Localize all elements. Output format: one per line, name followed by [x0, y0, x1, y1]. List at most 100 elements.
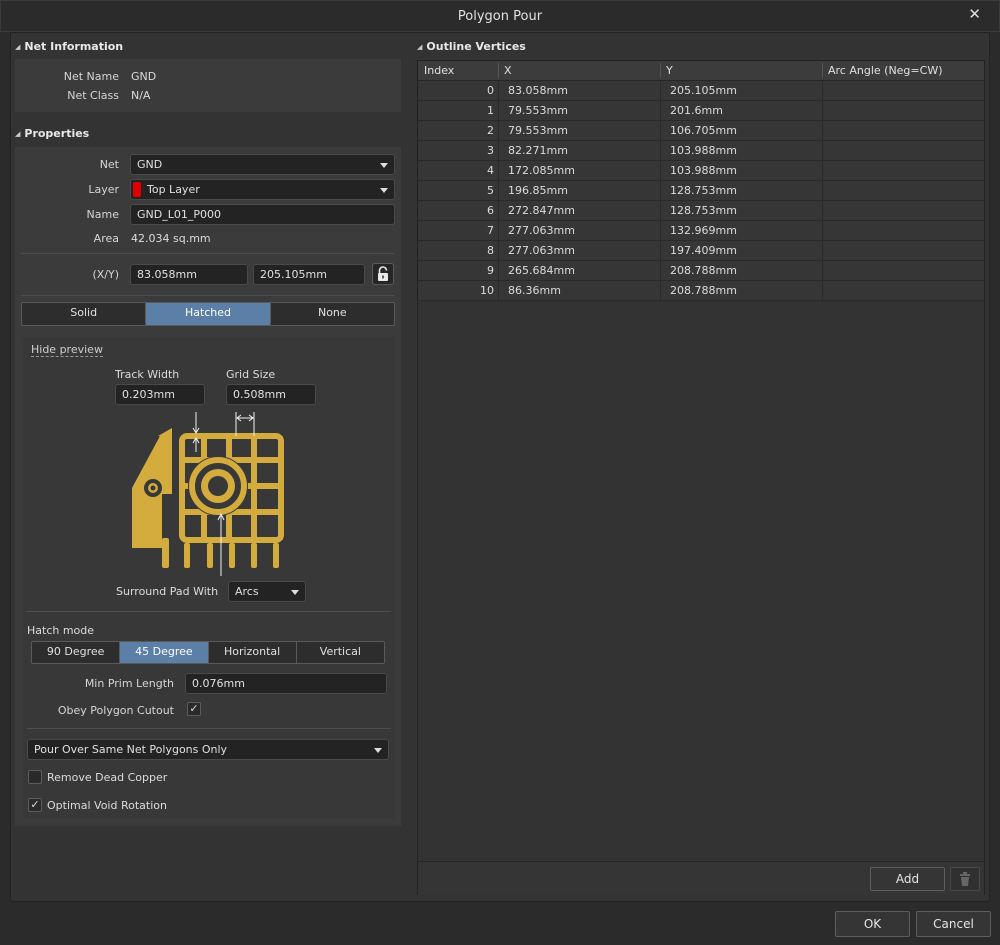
- surround-pad-dropdown[interactable]: Arcs: [228, 581, 306, 602]
- cell-y[interactable]: 132.969mm: [670, 224, 820, 237]
- cell-x[interactable]: 86.36mm: [508, 284, 658, 297]
- lock-button[interactable]: [372, 263, 394, 285]
- table-row[interactable]: 9 265.684mm 208.788mm: [418, 261, 984, 281]
- pour-over-dropdown[interactable]: Pour Over Same Net Polygons Only: [27, 739, 389, 760]
- outline-vertices-header[interactable]: ◢ Outline Vertices: [417, 40, 526, 53]
- table-row[interactable]: 2 79.553mm 106.705mm: [418, 121, 984, 141]
- hatch-mode-vertical[interactable]: Vertical: [296, 642, 384, 663]
- cell-y[interactable]: 205.105mm: [670, 84, 820, 97]
- checkmark-icon: ✓: [30, 798, 40, 811]
- cell-index[interactable]: 1: [418, 104, 494, 117]
- layer-dropdown[interactable]: Top Layer: [130, 179, 395, 200]
- cell-x[interactable]: 82.271mm: [508, 144, 658, 157]
- optimal-void-checkbox[interactable]: ✓: [28, 798, 42, 812]
- cell-x[interactable]: 196.85mm: [508, 184, 658, 197]
- cell-index[interactable]: 8: [418, 244, 494, 257]
- cell-index[interactable]: 6: [418, 204, 494, 217]
- cell-y[interactable]: 197.409mm: [670, 244, 820, 257]
- table-row[interactable]: 6 272.847mm 128.753mm: [418, 201, 984, 221]
- net-info-header[interactable]: ◢ Net Information: [15, 40, 123, 53]
- table-row[interactable]: 3 82.271mm 103.988mm: [418, 141, 984, 161]
- column-divider: [498, 63, 499, 78]
- collapse-triangle-icon: ◢: [15, 43, 21, 51]
- net-name-value: GND: [131, 70, 157, 83]
- column-header-x[interactable]: X: [504, 64, 512, 77]
- cell-x[interactable]: 272.847mm: [508, 204, 658, 217]
- cell-index[interactable]: 0: [418, 84, 494, 97]
- table-row[interactable]: 5 196.85mm 128.753mm: [418, 181, 984, 201]
- cell-y[interactable]: 208.788mm: [670, 284, 820, 297]
- vertices-table-header: Index X Y Arc Angle (Neg=CW): [418, 61, 984, 81]
- delete-vertex-button[interactable]: [950, 867, 980, 891]
- table-row[interactable]: 4 172.085mm 103.988mm: [418, 161, 984, 181]
- table-row[interactable]: 8 277.063mm 197.409mm: [418, 241, 984, 261]
- track-width-input[interactable]: 0.203mm: [115, 384, 205, 405]
- cell-x[interactable]: 79.553mm: [508, 124, 658, 137]
- column-header-arc-angle[interactable]: Arc Angle (Neg=CW): [828, 64, 943, 77]
- x-input[interactable]: 83.058mm: [130, 264, 248, 285]
- cell-y[interactable]: 128.753mm: [670, 184, 820, 197]
- properties-header[interactable]: ◢ Properties: [15, 127, 89, 140]
- min-prim-label: Min Prim Length: [84, 677, 174, 690]
- fill-mode-solid[interactable]: Solid: [22, 303, 147, 325]
- table-row[interactable]: 1 79.553mm 201.6mm: [418, 101, 984, 121]
- cell-x[interactable]: 172.085mm: [508, 164, 658, 177]
- cell-index[interactable]: 2: [418, 124, 494, 137]
- cell-y[interactable]: 106.705mm: [670, 124, 820, 137]
- cell-divider: [660, 201, 661, 221]
- cancel-button[interactable]: Cancel: [916, 911, 991, 937]
- cell-divider: [822, 81, 823, 101]
- column-header-index[interactable]: Index: [424, 64, 454, 77]
- cell-divider: [822, 281, 823, 301]
- obey-cutout-checkbox[interactable]: ✓: [187, 702, 201, 716]
- cell-index[interactable]: 3: [418, 144, 494, 157]
- table-row[interactable]: 0 83.058mm 205.105mm: [418, 81, 984, 101]
- cell-x[interactable]: 83.058mm: [508, 84, 658, 97]
- cell-index[interactable]: 5: [418, 184, 494, 197]
- optimal-void-label: Optimal Void Rotation: [47, 799, 167, 812]
- ok-button[interactable]: OK: [835, 911, 910, 937]
- cell-index[interactable]: 10: [418, 284, 494, 297]
- cell-y[interactable]: 128.753mm: [670, 204, 820, 217]
- hide-preview-link[interactable]: Hide preview: [31, 343, 103, 357]
- cell-divider: [660, 281, 661, 301]
- cell-index[interactable]: 4: [418, 164, 494, 177]
- cell-index[interactable]: 7: [418, 224, 494, 237]
- min-prim-input[interactable]: 0.076mm: [185, 673, 387, 694]
- track-width-label: Track Width: [115, 368, 180, 381]
- chevron-down-icon: [374, 748, 382, 753]
- hatch-mode-90[interactable]: 90 Degree: [32, 642, 121, 663]
- cell-x[interactable]: 79.553mm: [508, 104, 658, 117]
- remove-dead-copper-checkbox[interactable]: [28, 770, 42, 784]
- cell-index[interactable]: 9: [418, 264, 494, 277]
- divider: [27, 611, 391, 612]
- fill-mode-hatched[interactable]: Hatched: [146, 303, 271, 325]
- fill-mode-none[interactable]: None: [270, 303, 394, 325]
- column-divider: [822, 63, 823, 78]
- cell-y[interactable]: 208.788mm: [670, 264, 820, 277]
- layer-color-swatch: [133, 182, 141, 197]
- cell-divider: [498, 281, 499, 301]
- checkmark-icon: ✓: [189, 702, 199, 715]
- close-icon[interactable]: ✕: [968, 5, 981, 23]
- cell-y[interactable]: 103.988mm: [670, 144, 820, 157]
- grid-size-input[interactable]: 0.508mm: [226, 384, 316, 405]
- table-row[interactable]: 10 86.36mm 208.788mm: [418, 281, 984, 301]
- add-vertex-button[interactable]: Add: [870, 867, 945, 891]
- name-input[interactable]: GND_L01_P000: [130, 204, 395, 225]
- table-row[interactable]: 7 277.063mm 132.969mm: [418, 221, 984, 241]
- vertices-table-footer: Add: [418, 861, 984, 895]
- hatch-mode-45[interactable]: 45 Degree: [120, 642, 209, 663]
- hatch-mode-horizontal[interactable]: Horizontal: [208, 642, 297, 663]
- net-dropdown[interactable]: GND: [130, 154, 395, 175]
- cell-x[interactable]: 277.063mm: [508, 244, 658, 257]
- pour-over-value: Pour Over Same Net Polygons Only: [34, 743, 228, 756]
- chevron-down-icon: [380, 163, 388, 168]
- column-header-y[interactable]: Y: [666, 64, 673, 77]
- cell-divider: [498, 141, 499, 161]
- cell-x[interactable]: 265.684mm: [508, 264, 658, 277]
- y-input[interactable]: 205.105mm: [253, 264, 365, 285]
- cell-x[interactable]: 277.063mm: [508, 224, 658, 237]
- cell-y[interactable]: 201.6mm: [670, 104, 820, 117]
- cell-y[interactable]: 103.988mm: [670, 164, 820, 177]
